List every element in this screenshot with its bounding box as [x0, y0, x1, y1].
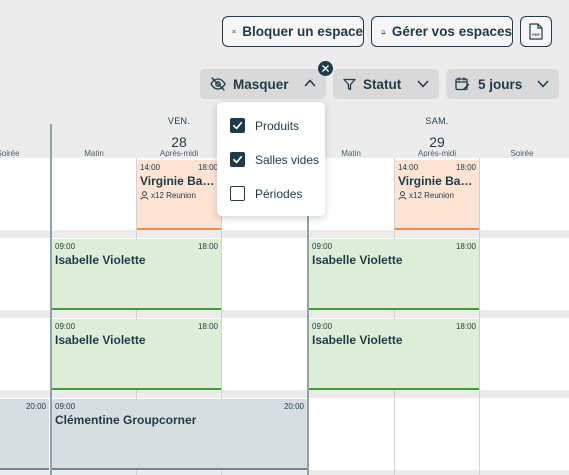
checkbox-checked[interactable] [230, 118, 245, 133]
event-title: Virginie Bac... [398, 174, 476, 188]
event-meta: x12 Reunion [398, 191, 454, 200]
event-card[interactable]: 09:00 18:00 Isabelle Violette [309, 319, 479, 390]
person-icon [140, 191, 149, 200]
event-meta: x12 Reunion [140, 191, 196, 200]
pdf-file-icon: PDF [529, 23, 543, 40]
event-card[interactable]: 14:00 18:00 Virginie Bac... x12 Reunion [137, 160, 221, 230]
checkmark-icon [233, 121, 243, 130]
close-icon [322, 65, 329, 72]
event-card[interactable]: 09:00 18:00 Isabelle Violette [52, 239, 221, 310]
chevron-down-icon [417, 80, 429, 88]
clear-filter-button[interactable] [318, 61, 333, 76]
hide-option-empty-rooms[interactable]: Salles vides [230, 152, 319, 167]
period-label: Soirée [510, 149, 534, 157]
period-label: Matin [341, 149, 361, 157]
event-start-time: 09:00 [55, 242, 76, 251]
event-card[interactable]: 14:00 18:00 Virginie Bac... x12 Reunion [395, 160, 479, 230]
hide-options-popover: Produits Salles vides Périodes [217, 102, 325, 216]
block-space-label: Bloquer un espace [242, 24, 363, 39]
status-dropdown[interactable]: Statut [333, 69, 439, 99]
block-space-button[interactable]: Bloquer un espace [222, 16, 364, 47]
event-title: Isabelle Violette [312, 253, 403, 267]
event-end-time: 18:00 [197, 242, 218, 251]
event-attendees: x12 Reunion [409, 191, 454, 200]
event-end-time: 18:00 [197, 163, 218, 172]
event-start-time: 09:00 [55, 402, 76, 411]
event-end-time: 18:00 [455, 242, 476, 251]
event-end-time: 20:00 [25, 402, 46, 411]
hide-dropdown-label: Masquer [233, 76, 289, 92]
event-card[interactable]: 09:00 18:00 Isabelle Violette [52, 319, 221, 390]
event-end-time: 18:00 [197, 322, 218, 331]
event-end-time: 20:00 [283, 402, 304, 411]
chevron-down-icon [537, 80, 549, 88]
event-end-time: 18:00 [455, 322, 476, 331]
event-title: Isabelle Violette [55, 253, 146, 267]
event-title: Isabelle Violette [55, 333, 146, 347]
period-label: Matin [84, 149, 104, 157]
event-title: Isabelle Violette [312, 333, 403, 347]
close-icon [232, 29, 236, 34]
checkbox-checked[interactable] [230, 152, 245, 167]
event-start-time: 09:00 [312, 322, 333, 331]
event-card[interactable]: 20:00 [0, 399, 49, 470]
event-card[interactable]: 09:00 18:00 Isabelle Violette [309, 239, 479, 310]
period-label: Après-midi [159, 149, 199, 157]
hide-option-products[interactable]: Produits [230, 118, 299, 133]
period-label: Soirée [0, 149, 20, 157]
event-card[interactable]: 09:00 20:00 Clémentine Groupcorner [52, 399, 307, 470]
event-end-time: 18:00 [455, 163, 476, 172]
day-name-sat: SAM. [425, 116, 449, 126]
status-dropdown-label: Statut [363, 76, 402, 92]
eye-off-icon [210, 77, 226, 91]
event-start-time: 14:00 [398, 163, 419, 172]
event-start-time: 09:00 [55, 322, 76, 331]
hide-dropdown[interactable]: Masquer [200, 69, 326, 99]
option-label: Produits [255, 118, 300, 133]
event-attendees: x12 Reunion [151, 191, 196, 200]
hide-option-periods[interactable]: Périodes [230, 186, 302, 201]
days-range-label: 5 jours [478, 76, 523, 92]
export-pdf-button[interactable]: PDF [520, 16, 552, 47]
manage-spaces-button[interactable]: Gérer vos espaces [371, 16, 513, 47]
day-name-fri: VEN. [167, 116, 191, 126]
person-icon [398, 191, 407, 200]
calendar-edit-icon [455, 77, 470, 91]
manage-spaces-label: Gérer vos espaces [391, 24, 512, 39]
option-label: Salles vides [255, 152, 320, 167]
bell-icon [381, 29, 386, 34]
option-label: Périodes [255, 186, 303, 201]
event-start-time: 14:00 [140, 163, 161, 172]
days-range-dropdown[interactable]: 5 jours [446, 69, 559, 99]
period-label: Après-midi [417, 149, 457, 157]
filter-icon [343, 78, 356, 90]
pdf-icon-text: PDF [532, 33, 540, 37]
grid-line [479, 158, 480, 475]
event-start-time: 09:00 [312, 242, 333, 251]
chevron-up-icon [304, 79, 316, 87]
event-title: Clémentine Groupcorner [55, 413, 197, 427]
checkbox-unchecked[interactable] [230, 186, 245, 201]
event-title: Virginie Bac... [140, 174, 218, 188]
checkmark-icon [233, 155, 243, 164]
